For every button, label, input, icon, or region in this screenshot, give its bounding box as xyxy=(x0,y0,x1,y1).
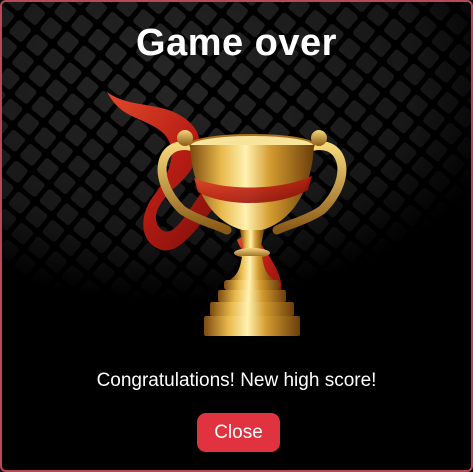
close-button[interactable]: Close xyxy=(197,413,280,452)
game-over-dialog: Game over Congratulations! New high scor… xyxy=(0,0,473,472)
high-score-message: Congratulations! New high score! xyxy=(96,370,377,391)
trophy-icon xyxy=(107,92,347,336)
dialog-title: Game over xyxy=(136,22,337,64)
